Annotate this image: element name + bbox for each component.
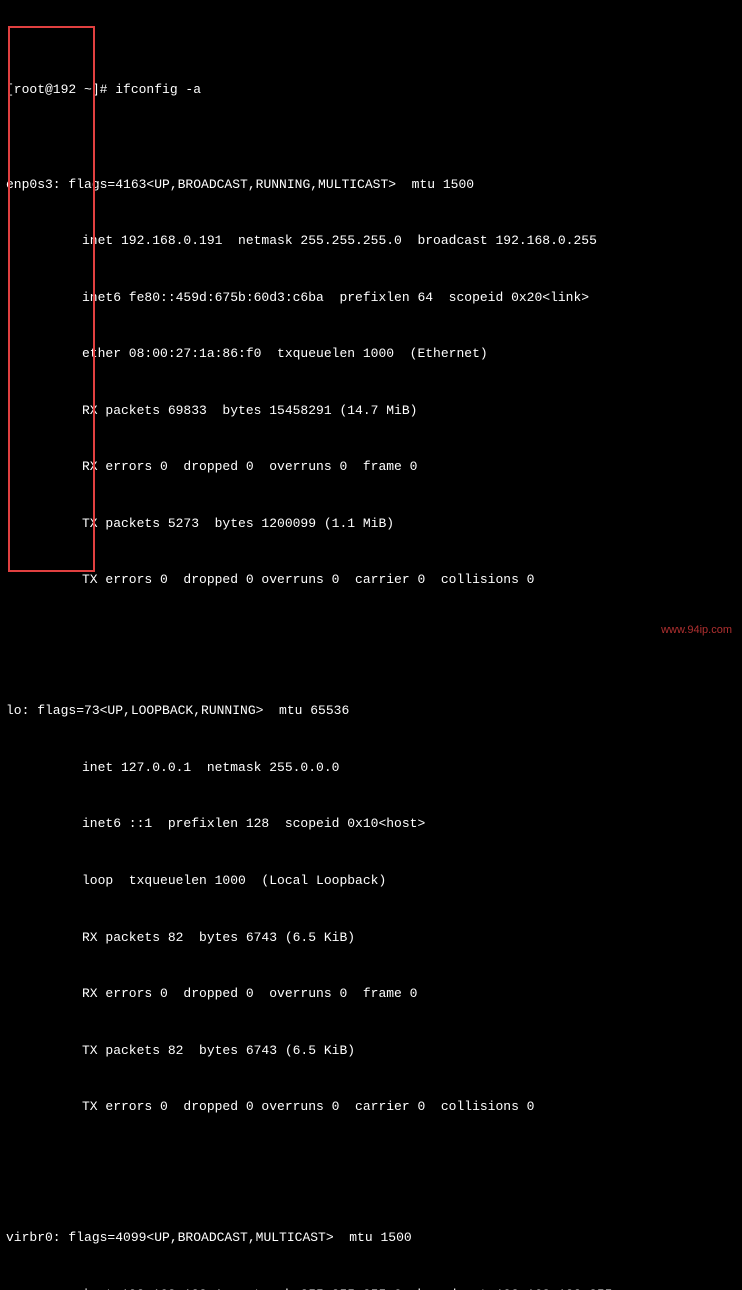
interface-detail: inet6 ::1 prefixlen 128 scopeid 0x10<hos… — [6, 815, 736, 834]
interface-block: enp0s3: flags=4163<UP,BROADCAST,RUNNING,… — [6, 138, 736, 609]
watermark-text: www.94ip.com — [661, 623, 732, 639]
interface-detail: ether 08:00:27:1a:86:f0 txqueuelen 1000 … — [6, 345, 736, 364]
interface-detail: TX errors 0 dropped 0 overruns 0 carrier… — [6, 571, 736, 590]
interface-detail: RX packets 82 bytes 6743 (6.5 KiB) — [6, 929, 736, 948]
interface-detail: inet 127.0.0.1 netmask 255.0.0.0 — [6, 759, 736, 778]
interface-block: lo: flags=73<UP,LOOPBACK,RUNNING> mtu 65… — [6, 665, 736, 1136]
interface-detail: RX packets 69833 bytes 15458291 (14.7 Mi… — [6, 402, 736, 421]
interface-detail: RX errors 0 dropped 0 overruns 0 frame 0 — [6, 458, 736, 477]
interface-header: lo: flags=73<UP,LOOPBACK,RUNNING> mtu 65… — [6, 702, 736, 721]
interface-detail: TX packets 5273 bytes 1200099 (1.1 MiB) — [6, 515, 736, 534]
command-prompt: [root@192 ~]# ifconfig -a — [6, 81, 736, 100]
interface-detail: inet 192.168.122.1 netmask 255.255.255.0… — [6, 1286, 736, 1290]
interface-detail: TX packets 82 bytes 6743 (6.5 KiB) — [6, 1042, 736, 1061]
interface-detail: inet 192.168.0.191 netmask 255.255.255.0… — [6, 232, 736, 251]
interface-detail: RX errors 0 dropped 0 overruns 0 frame 0 — [6, 985, 736, 1004]
interface-detail: TX errors 0 dropped 0 overruns 0 carrier… — [6, 1098, 736, 1117]
interface-block: virbr0: flags=4099<UP,BROADCAST,MULTICAS… — [6, 1191, 736, 1290]
interface-detail: inet6 fe80::459d:675b:60d3:c6ba prefixle… — [6, 289, 736, 308]
interface-header: enp0s3: flags=4163<UP,BROADCAST,RUNNING,… — [6, 176, 736, 195]
interface-header: virbr0: flags=4099<UP,BROADCAST,MULTICAS… — [6, 1229, 736, 1248]
interface-detail: loop txqueuelen 1000 (Local Loopback) — [6, 872, 736, 891]
